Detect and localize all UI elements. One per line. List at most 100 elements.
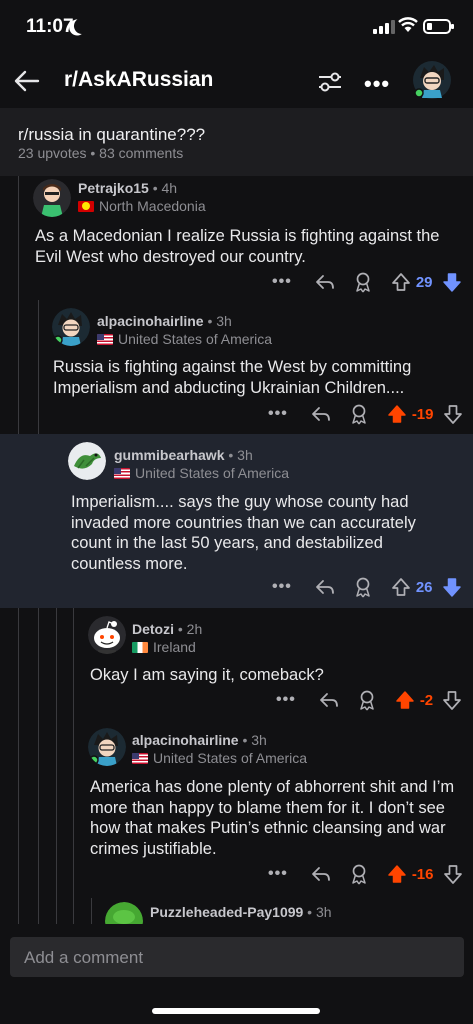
upvote-icon[interactable] [390, 271, 412, 293]
comment-author[interactable]: alpacinohairline • 3h [132, 732, 267, 748]
upvote-icon[interactable] [386, 403, 408, 425]
post-title: r/russia in quarantine??? [18, 125, 206, 144]
flair-text: United States of America [135, 465, 290, 481]
user-flair: United States of America [97, 331, 272, 347]
avatar [88, 728, 126, 766]
more-options-icon[interactable]: ••• [272, 578, 292, 596]
ireland-flag-icon [132, 641, 148, 653]
avatar [88, 616, 126, 654]
more-options-icon[interactable]: ••• [276, 691, 296, 709]
sort-filter-icon[interactable] [316, 68, 344, 96]
cellular-signal-icon [373, 20, 395, 34]
reply-icon[interactable] [318, 689, 340, 711]
comment-author[interactable]: alpacinohairline • 3h [97, 313, 232, 329]
user-flair: United States of America [114, 465, 289, 481]
reply-icon[interactable] [310, 863, 332, 885]
status-bar: 11:07 [0, 0, 473, 54]
comment-body: Imperialism.... says the guy whose count… [71, 493, 416, 573]
comment-age: • 4h [148, 180, 178, 196]
author-name[interactable]: Petrajko15 [78, 180, 149, 196]
comment-age: • 2h [174, 621, 203, 637]
flair-text: Ireland [153, 639, 196, 655]
upvote-icon[interactable] [386, 863, 408, 885]
vote-score: 26 [415, 578, 433, 596]
comment-age: • 3h [224, 447, 253, 463]
award-icon[interactable] [352, 271, 374, 293]
comment[interactable]: alpacinohairline • 3h United States of A… [0, 300, 473, 434]
comment-author[interactable]: gummibearhawk • 3h [114, 447, 253, 463]
comment-body: America has done plenty of abhorrent shi… [90, 778, 455, 858]
downvote-icon[interactable] [442, 863, 464, 885]
avatar [68, 442, 106, 480]
comment-actions: ••• -19 [268, 402, 464, 426]
comment-author[interactable]: Petrajko15 • 4h [78, 180, 177, 196]
downvote-icon[interactable] [442, 403, 464, 425]
comment-actions: ••• 26 [272, 575, 463, 599]
app-header: r/AskARussian ••• [0, 54, 473, 108]
home-indicator[interactable] [152, 1008, 320, 1014]
comment[interactable]: Petrajko15 • 4h North Macedonia As a Mac… [0, 176, 473, 300]
comment-actions: ••• 29 [272, 270, 463, 294]
author-name[interactable]: Detozi [132, 621, 174, 637]
award-icon[interactable] [348, 863, 370, 885]
comment-highlighted[interactable]: gummibearhawk • 3h United States of Amer… [0, 434, 473, 608]
comment-thread: Petrajko15 • 4h North Macedonia As a Mac… [0, 176, 473, 924]
comment-body: Russia is fighting against the West by c… [53, 358, 412, 397]
comment[interactable]: Puzzleheaded-Pay1099 • 3h [0, 898, 473, 924]
author-name[interactable]: Puzzleheaded-Pay1099 [150, 904, 303, 920]
usa-flag-icon [132, 752, 148, 764]
usa-flag-icon [114, 467, 130, 479]
user-flair: United States of America [132, 750, 307, 766]
more-options-icon[interactable]: ••• [268, 405, 288, 423]
avatar [105, 902, 143, 924]
comment[interactable]: alpacinohairline • 3h United States of A… [0, 718, 473, 898]
vote-score: 29 [415, 273, 433, 291]
comment-body: As a Macedonian I realize Russia is figh… [35, 227, 440, 266]
downvote-icon[interactable] [441, 576, 463, 598]
vote-score: -19 [411, 405, 434, 423]
award-icon[interactable] [352, 576, 374, 598]
author-name[interactable]: gummibearhawk [114, 447, 224, 463]
avatar [52, 308, 90, 346]
flair-text: United States of America [153, 750, 308, 766]
user-flair: Ireland [132, 639, 196, 655]
reply-icon[interactable] [310, 403, 332, 425]
status-time: 11:07 [26, 16, 74, 37]
more-options-icon[interactable]: ••• [364, 71, 390, 97]
award-icon[interactable] [348, 403, 370, 425]
reply-icon[interactable] [314, 576, 336, 598]
comment-age: • 3h [303, 904, 332, 920]
comment-actions: ••• -2 [276, 688, 463, 712]
back-arrow-icon[interactable] [12, 66, 42, 96]
user-flair: North Macedonia [78, 198, 206, 214]
north-macedonia-flag-icon [78, 200, 94, 212]
downvote-icon[interactable] [441, 271, 463, 293]
add-comment-input[interactable]: Add a comment [10, 937, 464, 977]
usa-flag-icon [97, 333, 113, 345]
author-name[interactable]: alpacinohairline [132, 732, 239, 748]
subreddit-title[interactable]: r/AskARussian [64, 68, 213, 92]
flair-text: North Macedonia [99, 198, 206, 214]
battery-icon [423, 19, 454, 34]
user-avatar[interactable] [412, 60, 452, 100]
comment-author[interactable]: Detozi • 2h [132, 621, 202, 637]
flair-text: United States of America [118, 331, 273, 347]
post-meta: 23 upvotes • 83 comments [18, 145, 184, 161]
upvote-icon[interactable] [394, 689, 416, 711]
add-comment-placeholder: Add a comment [24, 948, 144, 967]
more-options-icon[interactable]: ••• [272, 273, 292, 291]
upvote-icon[interactable] [390, 576, 412, 598]
moon-icon [72, 16, 93, 37]
award-icon[interactable] [356, 689, 378, 711]
comment-age: • 3h [203, 313, 232, 329]
downvote-icon[interactable] [441, 689, 463, 711]
reply-icon[interactable] [314, 271, 336, 293]
author-name[interactable]: alpacinohairline [97, 313, 204, 329]
comment-author[interactable]: Puzzleheaded-Pay1099 • 3h [150, 904, 332, 920]
vote-score: -2 [419, 691, 434, 709]
wifi-icon [398, 17, 418, 32]
more-options-icon[interactable]: ••• [268, 865, 288, 883]
avatar [33, 179, 71, 217]
post-summary[interactable]: r/russia in quarantine??? 23 upvotes • 8… [0, 108, 473, 176]
comment-actions: ••• -16 [268, 862, 464, 886]
